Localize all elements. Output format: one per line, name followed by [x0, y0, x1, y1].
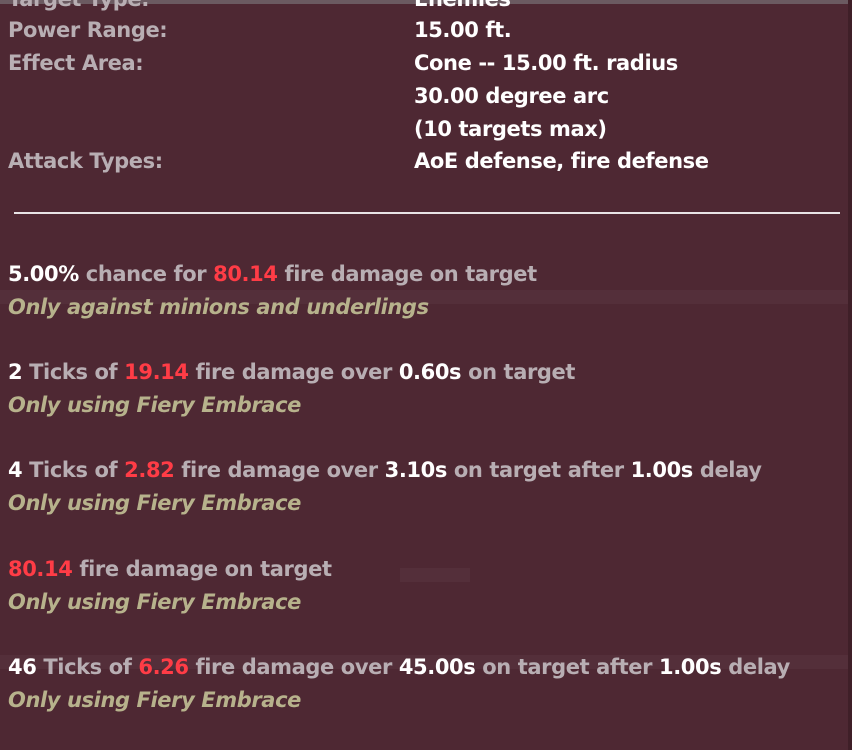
effect-area-value-arc: 30.00 degree arc — [414, 84, 609, 108]
effect-entry: 46 Ticks of 6.26 fire damage over 45.00s… — [8, 651, 848, 717]
effect-text: on target — [461, 360, 576, 384]
effect-text: fire damage on target — [277, 262, 537, 286]
effect-damage-value: 80.14 — [8, 557, 73, 581]
effect-damage-value: 6.26 — [138, 655, 189, 679]
effect-entry: 4 Ticks of 2.82 fire damage over 3.10s o… — [8, 454, 848, 520]
effect-duration: 3.10s — [384, 458, 448, 482]
effect-text: on target after — [446, 458, 631, 482]
effect-damage-value: 2.82 — [124, 458, 175, 482]
attack-types-value: AoE defense, fire defense — [414, 149, 709, 173]
effect-description: 4 Ticks of 2.82 fire damage over 3.10s o… — [8, 454, 848, 487]
effect-damage-value: 80.14 — [213, 262, 278, 286]
effect-tick-count: 46 — [8, 655, 37, 679]
effect-area-value-radius: Cone -- 15.00 ft. radius — [414, 51, 678, 75]
effect-text: fire damage over — [188, 360, 399, 384]
effect-tick-count: 2 — [8, 360, 23, 384]
effect-description: 46 Ticks of 6.26 fire damage over 45.00s… — [8, 651, 848, 684]
effect-text: fire damage over — [188, 655, 399, 679]
effect-condition: Only using Fiery Embrace — [8, 491, 301, 515]
effect-condition: Only using Fiery Embrace — [8, 590, 301, 614]
effect-entry: 5.00% chance for 80.14 fire damage on ta… — [8, 258, 848, 324]
effect-condition: Only against minions and underlings — [8, 295, 429, 319]
effect-description: 5.00% chance for 80.14 fire damage on ta… — [8, 258, 848, 291]
effect-description: 80.14 fire damage on target — [8, 553, 848, 586]
effect-duration: 45.00s — [398, 655, 476, 679]
effect-text: Ticks of — [22, 360, 125, 384]
effect-description: 2 Ticks of 19.14 fire damage over 0.60s … — [8, 356, 848, 389]
effect-text: Ticks of — [36, 655, 139, 679]
effect-delay: 1.00s — [659, 655, 722, 679]
effect-condition: Only using Fiery Embrace — [8, 688, 301, 712]
effect-chance: 5.00% — [8, 262, 79, 286]
effect-area-label: Effect Area: — [8, 51, 144, 75]
effect-delay: 1.00s — [630, 458, 694, 482]
effect-tick-count: 4 — [8, 458, 23, 482]
effect-entry: 80.14 fire damage on target Only using F… — [8, 553, 848, 619]
power-info-panel: Target Type: Enemies Power Range: 15.00 … — [0, 0, 852, 750]
effect-text: Ticks of — [22, 458, 125, 482]
effect-text: fire damage over — [174, 458, 385, 482]
effect-text: delay — [721, 655, 790, 679]
effect-text: chance for — [78, 262, 214, 286]
power-range-value: 15.00 ft. — [414, 18, 512, 42]
section-divider — [14, 212, 840, 214]
effect-entry: 2 Ticks of 19.14 fire damage over 0.60s … — [8, 356, 848, 422]
effect-area-value-targets: (10 targets max) — [414, 117, 607, 141]
power-range-label: Power Range: — [8, 18, 168, 42]
attack-types-label: Attack Types: — [8, 149, 163, 173]
effect-condition: Only using Fiery Embrace — [8, 393, 301, 417]
effect-text: delay — [692, 458, 762, 482]
effect-text: on target after — [475, 655, 660, 679]
effect-damage-value: 19.14 — [124, 360, 189, 384]
effect-text: fire damage on target — [72, 557, 332, 581]
effect-duration: 0.60s — [398, 360, 462, 384]
